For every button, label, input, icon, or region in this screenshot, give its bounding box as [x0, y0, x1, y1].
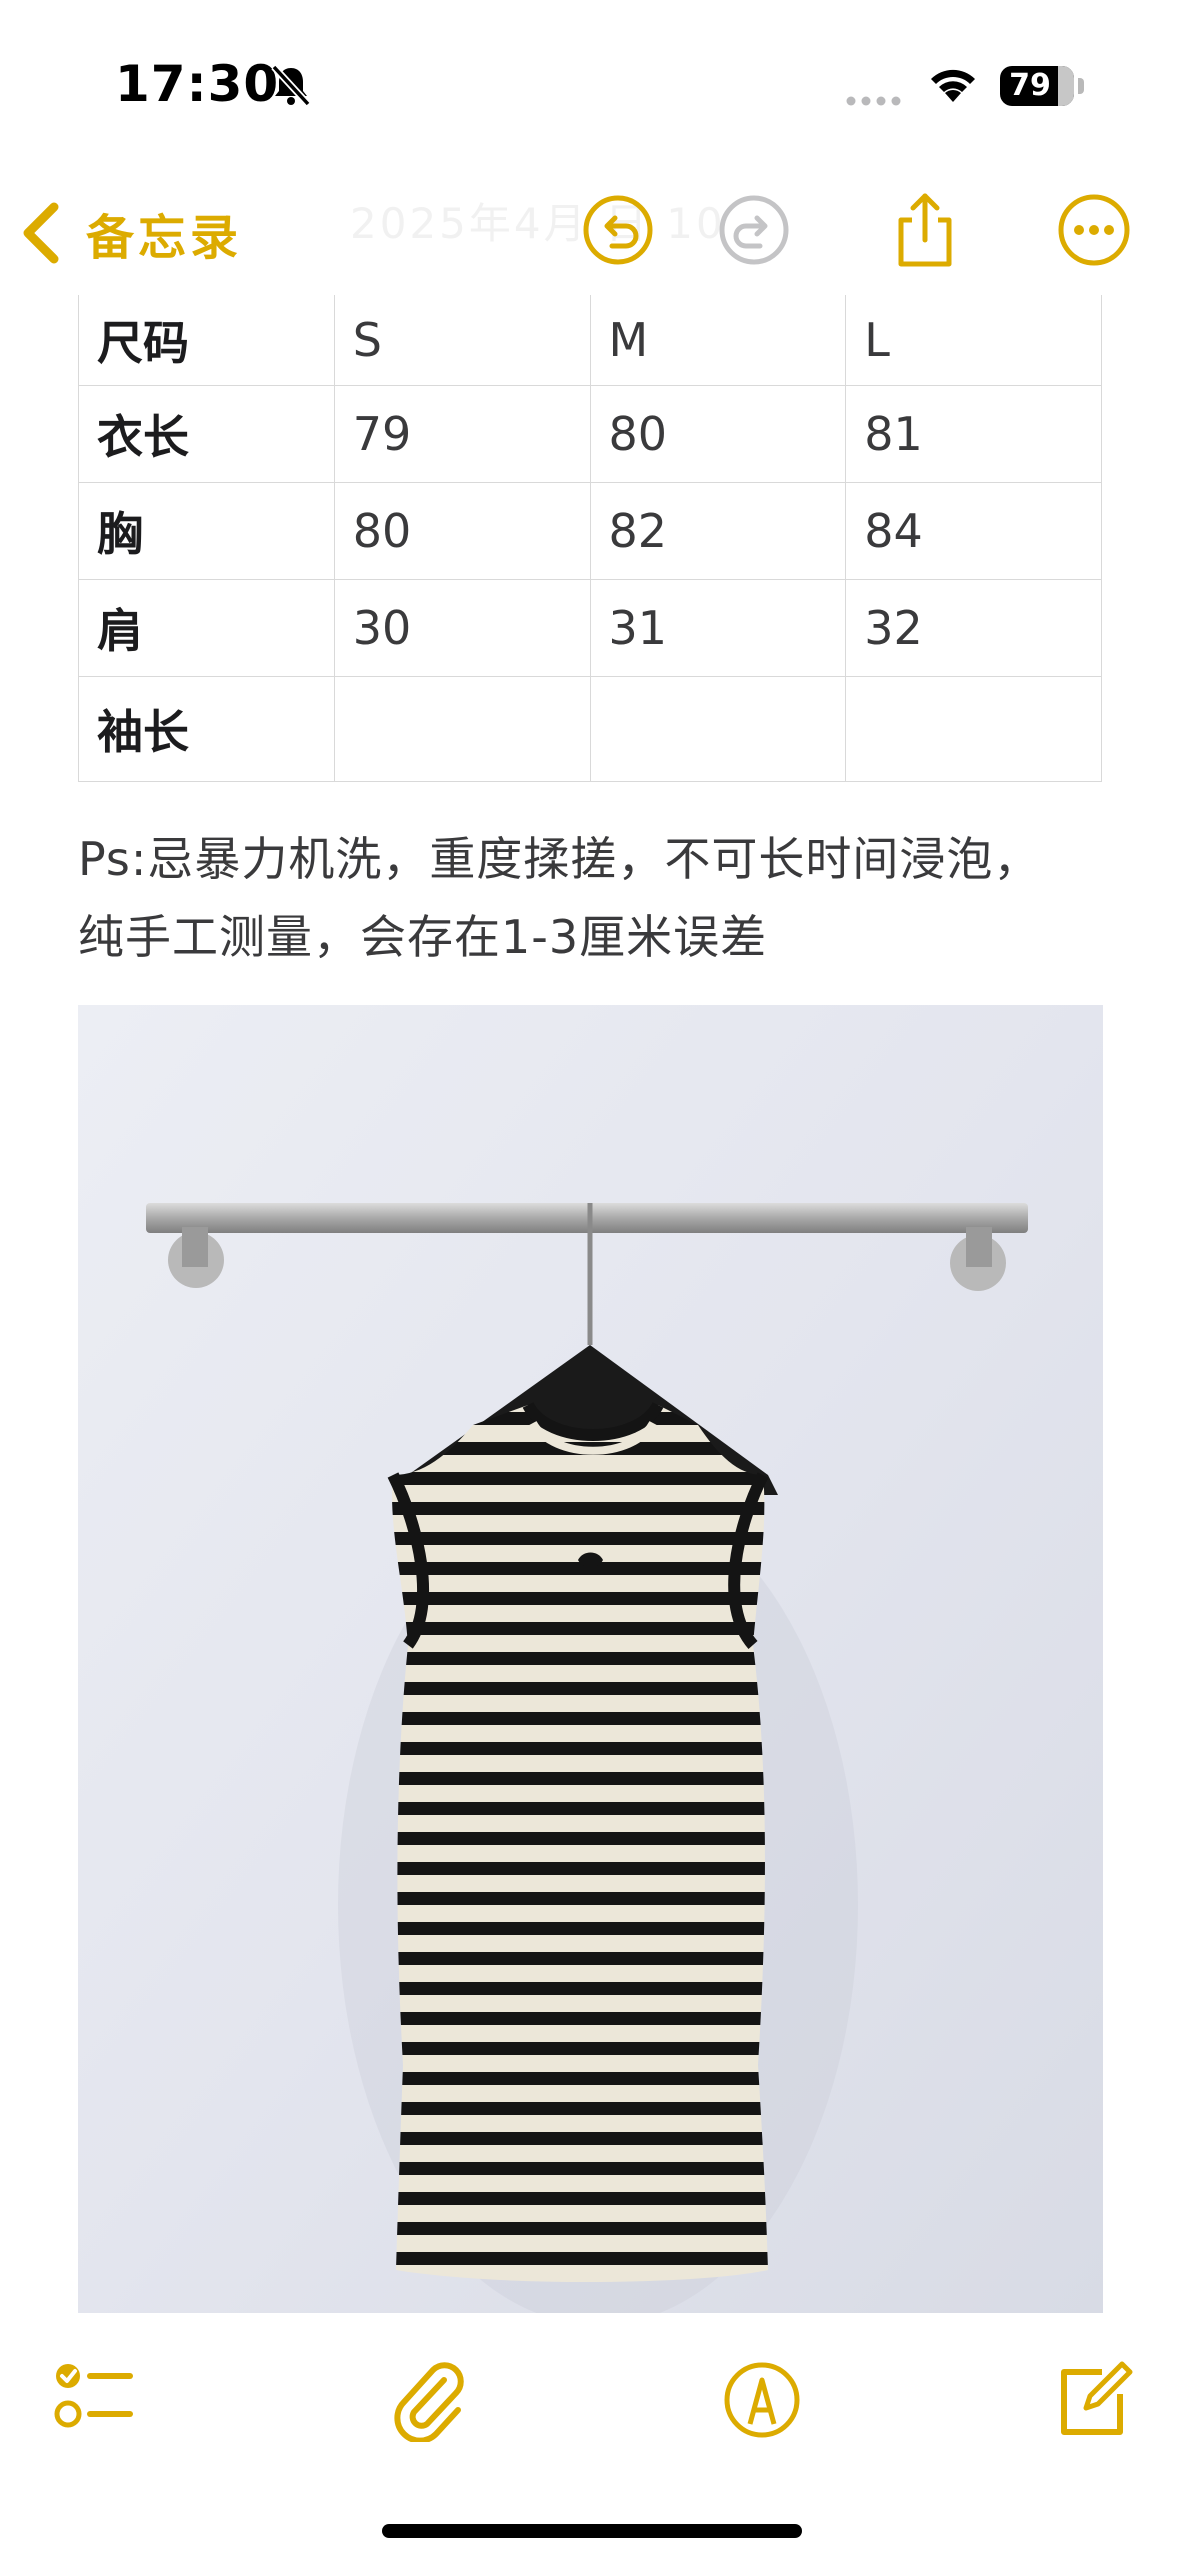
redo-icon[interactable] [714, 190, 794, 270]
status-time: 17:30 [115, 55, 280, 113]
back-button[interactable]: 备忘录 [20, 198, 242, 268]
note-line: Ps:忌暴力机洗，重度揉搓，不可长时间浸泡， [78, 832, 1041, 886]
paperclip-icon[interactable] [388, 2358, 472, 2442]
bell-slash-icon [271, 64, 311, 107]
table-row: 胸 80 82 84 [78, 482, 1102, 580]
battery-tip [1078, 78, 1084, 94]
table-cell[interactable]: 84 [845, 482, 1102, 580]
table-cell[interactable]: 79 [333, 385, 591, 483]
striped-sleeveless-knit-dress-photo[interactable] [78, 1005, 1103, 2313]
table-row: 肩 30 31 32 [78, 579, 1102, 677]
table-cell[interactable]: 胸 [78, 482, 335, 580]
table-cell[interactable]: S [333, 295, 591, 386]
nav-bar: 备忘录 2025年4月 日 10 [0, 170, 1179, 290]
checklist-icon[interactable] [52, 2358, 136, 2442]
nav-title-faded: 2025年4月 日 10 [350, 199, 726, 248]
more-icon[interactable] [1054, 190, 1134, 270]
table-cell[interactable]: 衣长 [78, 385, 335, 483]
table-cell[interactable]: 32 [845, 579, 1102, 677]
table-cell[interactable] [333, 676, 591, 782]
wifi-icon [931, 69, 975, 102]
compose-icon[interactable] [1050, 2358, 1134, 2442]
table-cell[interactable]: 31 [589, 579, 847, 677]
photo-illustration [78, 1005, 1103, 2313]
markup-pen-icon[interactable] [720, 2358, 804, 2442]
back-label: 备忘录 [86, 210, 243, 266]
undo-icon[interactable] [578, 190, 658, 270]
home-indicator[interactable] [382, 2524, 802, 2538]
table-cell[interactable] [845, 676, 1102, 782]
bottom-toolbar [0, 2318, 1179, 2556]
table-cell[interactable]: 82 [589, 482, 847, 580]
note-line: 纯手工测量，会存在1-3厘米误差 [78, 910, 768, 964]
status-bar: 17:30 79 [0, 0, 1179, 170]
table-cell[interactable]: 肩 [78, 579, 335, 677]
table-cell[interactable]: 80 [589, 385, 847, 483]
table-cell[interactable]: M [589, 295, 847, 386]
table-cell[interactable]: 81 [845, 385, 1102, 483]
table-cell[interactable]: 80 [333, 482, 591, 580]
table-cell[interactable]: L [845, 295, 1102, 386]
table-row: 袖长 [78, 676, 1102, 782]
share-icon[interactable] [885, 190, 965, 270]
table-cell[interactable]: 尺码 [78, 295, 335, 386]
table-row: 衣长 79 80 81 [78, 385, 1102, 483]
table-header-row: 尺码 S M L [78, 295, 1102, 386]
table-cell[interactable] [589, 676, 847, 782]
table-cell[interactable]: 袖长 [78, 676, 335, 782]
note-body[interactable]: Ps:忌暴力机洗，重度揉搓，不可长时间浸泡， 纯手工测量，会存在1-3厘米误差 [78, 820, 1118, 976]
chevron-left-icon [23, 202, 59, 264]
size-table: 尺码 S M L 衣长 79 80 81 胸 80 82 84 肩 30 31 … [78, 295, 1102, 782]
table-cell[interactable]: 30 [333, 579, 591, 677]
signal-dots-icon [846, 96, 901, 106]
battery-icon: 79 [1000, 66, 1074, 106]
battery-level: 79 [1009, 68, 1051, 103]
